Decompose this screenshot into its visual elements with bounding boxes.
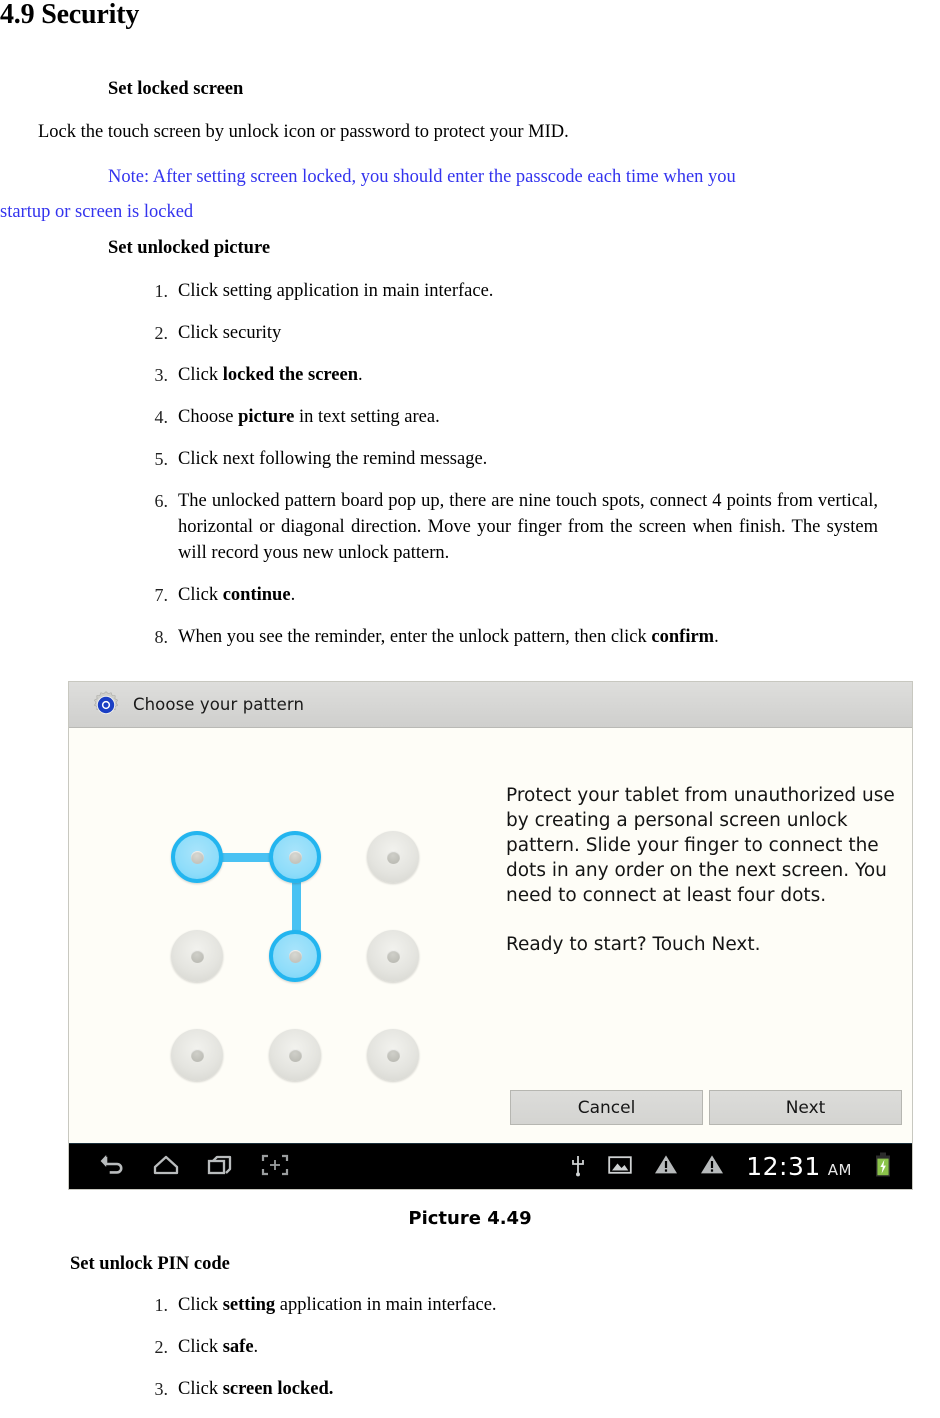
- next-button[interactable]: Next: [709, 1090, 902, 1125]
- heading-set-locked-screen: Set locked screen: [108, 79, 244, 99]
- document-page: 4.9 Security Set locked screen Lock the …: [0, 0, 940, 1399]
- recent-apps-icon[interactable]: [207, 1154, 233, 1180]
- warning-icon: [700, 1154, 724, 1179]
- list-item-text: Click next following the remind message.: [178, 449, 488, 469]
- list-item: 1. Click setting application in main inte…: [155, 278, 878, 304]
- page-title: 4.9 Security: [0, 0, 140, 30]
- list-item-text: When you see the reminder, enter the unl…: [178, 627, 719, 647]
- list-item-text: Click continue.: [178, 585, 296, 605]
- pattern-dot-6[interactable]: [367, 930, 419, 982]
- list-item-number: 5.: [154, 449, 169, 469]
- cancel-button[interactable]: Cancel: [510, 1090, 703, 1125]
- pattern-description-paragraph: Protect your tablet from unauthorized us…: [506, 785, 895, 906]
- list-item-number: 2.: [154, 323, 169, 343]
- pattern-dot-7[interactable]: [171, 1029, 223, 1081]
- pattern-dot-5[interactable]: [269, 930, 321, 982]
- home-icon[interactable]: [153, 1154, 179, 1180]
- pattern-description: Protect your tablet from unauthorized us…: [506, 783, 906, 957]
- navbar-left-group: [69, 1154, 289, 1180]
- list-item-number: 7.: [154, 585, 169, 605]
- list-item-text: Click safe.: [178, 1337, 259, 1357]
- list-item-number: 1.: [154, 1295, 169, 1315]
- list-item-number: 3.: [154, 1379, 169, 1399]
- settings-gear-icon: [91, 690, 121, 720]
- pattern-dot-1[interactable]: [171, 831, 223, 883]
- dialog-buttons: Cancel Next: [510, 1090, 902, 1125]
- back-icon[interactable]: [99, 1154, 125, 1180]
- status-clock: 12:31 AM: [746, 1152, 852, 1181]
- screenshot-titlebar: Choose your pattern: [69, 682, 912, 728]
- list-item-text: Click screen locked.: [178, 1379, 334, 1399]
- list-item: 6. The unlocked pattern board pop up, the…: [155, 488, 879, 566]
- list-item-text: Choose picture in text setting area.: [178, 407, 440, 427]
- list-item: 2. Click safe.: [155, 1334, 878, 1360]
- warning-icon: [654, 1154, 678, 1179]
- battery-charging-icon: [874, 1152, 892, 1182]
- list-item-text: Click security: [178, 323, 282, 343]
- list-item: 1. Click setting application in main inte…: [155, 1292, 878, 1318]
- device-screenshot: Choose your pattern Protect your tablet …: [68, 681, 913, 1190]
- list-item-number: 2.: [154, 1337, 169, 1357]
- clock-time: 12:31: [746, 1152, 821, 1181]
- steps-list-pattern: 1. Click setting application in main inte…: [155, 278, 879, 666]
- steps-list-pin: 1. Click setting application in main inte…: [155, 1292, 878, 1418]
- usb-icon: [570, 1153, 586, 1181]
- list-item: 4. Choose picture in text setting area.: [155, 404, 878, 430]
- note-line-2: startup or screen is locked: [0, 202, 194, 222]
- heading-set-unlock-pin-code: Set unlock PIN code: [70, 1254, 230, 1274]
- list-item: 2. Click security: [155, 320, 878, 346]
- navbar-status-group: 12:31 AM: [570, 1152, 912, 1182]
- list-item-number: 4.: [154, 407, 169, 427]
- figure-caption: Picture 4.49: [408, 1208, 532, 1229]
- heading-set-unlocked-picture: Set unlocked picture: [108, 238, 271, 258]
- pattern-grid[interactable]: [129, 782, 429, 1082]
- list-item: 3. Click screen locked.: [155, 1376, 878, 1402]
- image-icon: [608, 1155, 632, 1179]
- list-item: 5. Click next following the remind messag…: [155, 446, 878, 472]
- android-navigation-bar: 12:31 AM: [69, 1143, 912, 1189]
- screenshot-content: Protect your tablet from unauthorized us…: [69, 729, 912, 1144]
- list-item-text: The unlocked pattern board pop up, there…: [178, 491, 878, 563]
- list-item-text: Click setting application in main interf…: [178, 281, 494, 301]
- list-item: 7. Click continue.: [155, 582, 878, 608]
- list-item: 8. When you see the reminder, enter the u…: [155, 624, 878, 650]
- pattern-dot-8[interactable]: [269, 1029, 321, 1081]
- pattern-dot-3[interactable]: [367, 831, 419, 883]
- clock-period: AM: [827, 1161, 852, 1179]
- list-item-text: Click setting application in main interf…: [178, 1295, 497, 1315]
- list-item: 3. Click locked the screen.: [155, 362, 878, 388]
- intro-paragraph: Lock the touch screen by unlock icon or …: [38, 122, 569, 142]
- pattern-dot-9[interactable]: [367, 1029, 419, 1081]
- note-line-1: Note: After setting screen locked, you s…: [108, 167, 736, 187]
- list-item-number: 3.: [154, 365, 169, 385]
- screenshot-capture-icon[interactable]: [261, 1154, 289, 1180]
- note-block: Note: After setting screen locked, you s…: [0, 160, 940, 230]
- pattern-dot-4[interactable]: [171, 930, 223, 982]
- list-item-text: Click locked the screen.: [178, 365, 363, 385]
- list-item-number: 8.: [154, 627, 169, 647]
- list-item-number: 6.: [154, 491, 169, 511]
- list-item-number: 1.: [154, 281, 169, 301]
- screenshot-title: Choose your pattern: [133, 695, 305, 714]
- pattern-dot-2[interactable]: [269, 831, 321, 883]
- pattern-ready-line: Ready to start? Touch Next.: [506, 934, 761, 955]
